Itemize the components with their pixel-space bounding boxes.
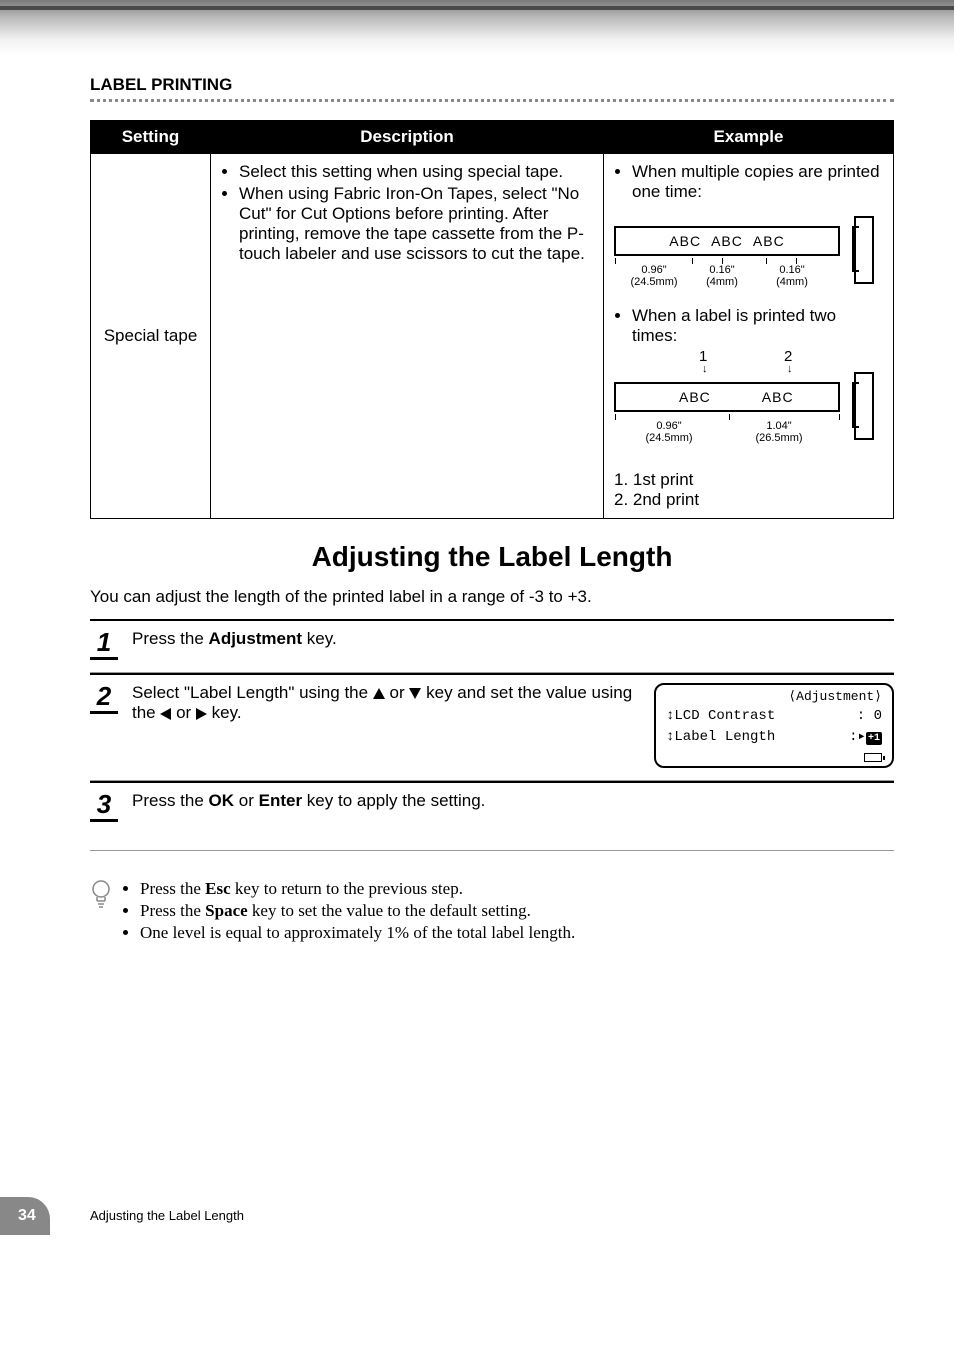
step-3: 3 Press the OK or Enter key to apply the…	[90, 781, 894, 851]
step-number: 1	[90, 629, 118, 660]
example-case1: When multiple copies are printed one tim…	[632, 162, 883, 202]
step-text: Press the	[132, 629, 209, 648]
footer-caption: Adjusting the Label Length	[90, 1208, 244, 1223]
down-arrow-icon: ↓	[702, 363, 708, 375]
meas-mm: (4mm)	[776, 276, 808, 288]
lcd-screenshot: ⟨Adjustment⟩ ↕LCD Contrast : 0 ↕Label Le…	[654, 683, 894, 768]
label-text: ABC	[674, 389, 757, 405]
step-text: key.	[212, 703, 242, 722]
label-text: ABC	[664, 233, 706, 249]
meas-in: 0.16"	[779, 264, 804, 276]
cassette-icon	[854, 216, 874, 284]
tip-block: Press the Esc key to return to the previ…	[90, 879, 894, 945]
tape-figure-1: ABC ABC ABC 0.96" (24.5mm)	[614, 212, 874, 298]
lcd-value: : 0	[857, 708, 882, 724]
tape-figure-2: 1 ↓ 2 ↓ ABC ABC 0.96"	[614, 368, 874, 464]
step-1: 1 Press the Adjustment key.	[90, 619, 894, 673]
th-description: Description	[211, 121, 604, 154]
desc-item: When using Fabric Iron-On Tapes, select …	[239, 184, 593, 264]
cell-description: Select this setting when using special t…	[211, 154, 604, 519]
tape-strip: ABC ABC ABC	[614, 226, 840, 256]
step-text: Select "Label Length" using the	[132, 683, 373, 702]
settings-table: Setting Description Example Special tape…	[90, 120, 894, 519]
tip-item: Press the Esc key to return to the previ…	[140, 879, 575, 899]
page-footer: 34 Adjusting the Label Length	[0, 1185, 954, 1235]
intro-paragraph: You can adjust the length of the printed…	[90, 587, 894, 607]
meas-mm: (4mm)	[706, 276, 738, 288]
meas-in: 0.16"	[709, 264, 734, 276]
label-text: ABC	[706, 233, 748, 249]
meas-mm: (24.5mm)	[630, 276, 677, 288]
right-arrow-icon	[196, 708, 207, 720]
tip-item: One level is equal to approximately 1% o…	[140, 923, 575, 943]
step-number: 2	[90, 683, 118, 714]
cassette-icon	[854, 372, 874, 440]
lightbulb-icon	[90, 879, 112, 945]
page-number-tab: 34	[0, 1197, 50, 1235]
example-case2: When a label is printed two times:	[632, 306, 883, 346]
top-banner	[0, 0, 954, 55]
tape-strip: ABC ABC	[614, 382, 840, 412]
key-name: Adjustment	[209, 629, 303, 648]
step-text: or	[176, 703, 196, 722]
desc-item: Select this setting when using special t…	[239, 162, 593, 182]
meas-in: 0.96"	[656, 420, 681, 432]
setting-name: Special tape	[104, 326, 198, 345]
page-content: LABEL PRINTING Setting Description Examp…	[0, 55, 954, 985]
meas-mm: (24.5mm)	[645, 432, 692, 444]
th-setting: Setting	[91, 121, 211, 154]
step-text: Press the	[132, 791, 209, 810]
lcd-value-badge: +1	[866, 732, 882, 745]
step-text: or	[234, 791, 259, 810]
lcd-title: ⟨Adjustment⟩	[666, 689, 882, 704]
table-row: Special tape Select this setting when us…	[91, 154, 894, 519]
up-arrow-icon	[373, 688, 385, 699]
meas-in: 1.04"	[766, 420, 791, 432]
key-name: OK	[209, 791, 235, 810]
th-example: Example	[604, 121, 894, 154]
lcd-label: Label Length	[674, 729, 775, 745]
step-text: key.	[302, 629, 337, 648]
key-name: Enter	[259, 791, 302, 810]
left-arrow-icon	[160, 708, 171, 720]
lcd-label: LCD Contrast	[674, 708, 775, 724]
legend-1: 1. 1st print	[614, 470, 883, 490]
cell-setting: Special tape	[91, 154, 211, 519]
cell-example: When multiple copies are printed one tim…	[604, 154, 894, 519]
step-number: 3	[90, 791, 118, 822]
step-2: 2 Select "Label Length" using the or key…	[90, 673, 894, 781]
label-text: ABC	[748, 233, 790, 249]
step-text: key to apply the setting.	[302, 791, 485, 810]
tip-item: Press the Space key to set the value to …	[140, 901, 575, 921]
battery-icon	[864, 753, 882, 762]
down-arrow-icon	[409, 688, 421, 699]
lcd-prefix: :	[849, 729, 857, 745]
label-text: ABC	[757, 389, 799, 405]
legend-2: 2. 2nd print	[614, 490, 883, 510]
meas-in: 0.96"	[641, 264, 666, 276]
page-title: Adjusting the Label Length	[90, 541, 894, 573]
meas-mm: (26.5mm)	[755, 432, 802, 444]
step-text: or	[390, 683, 410, 702]
section-header: LABEL PRINTING	[90, 75, 894, 95]
down-arrow-icon: ↓	[787, 363, 793, 375]
dotted-rule	[90, 99, 894, 102]
